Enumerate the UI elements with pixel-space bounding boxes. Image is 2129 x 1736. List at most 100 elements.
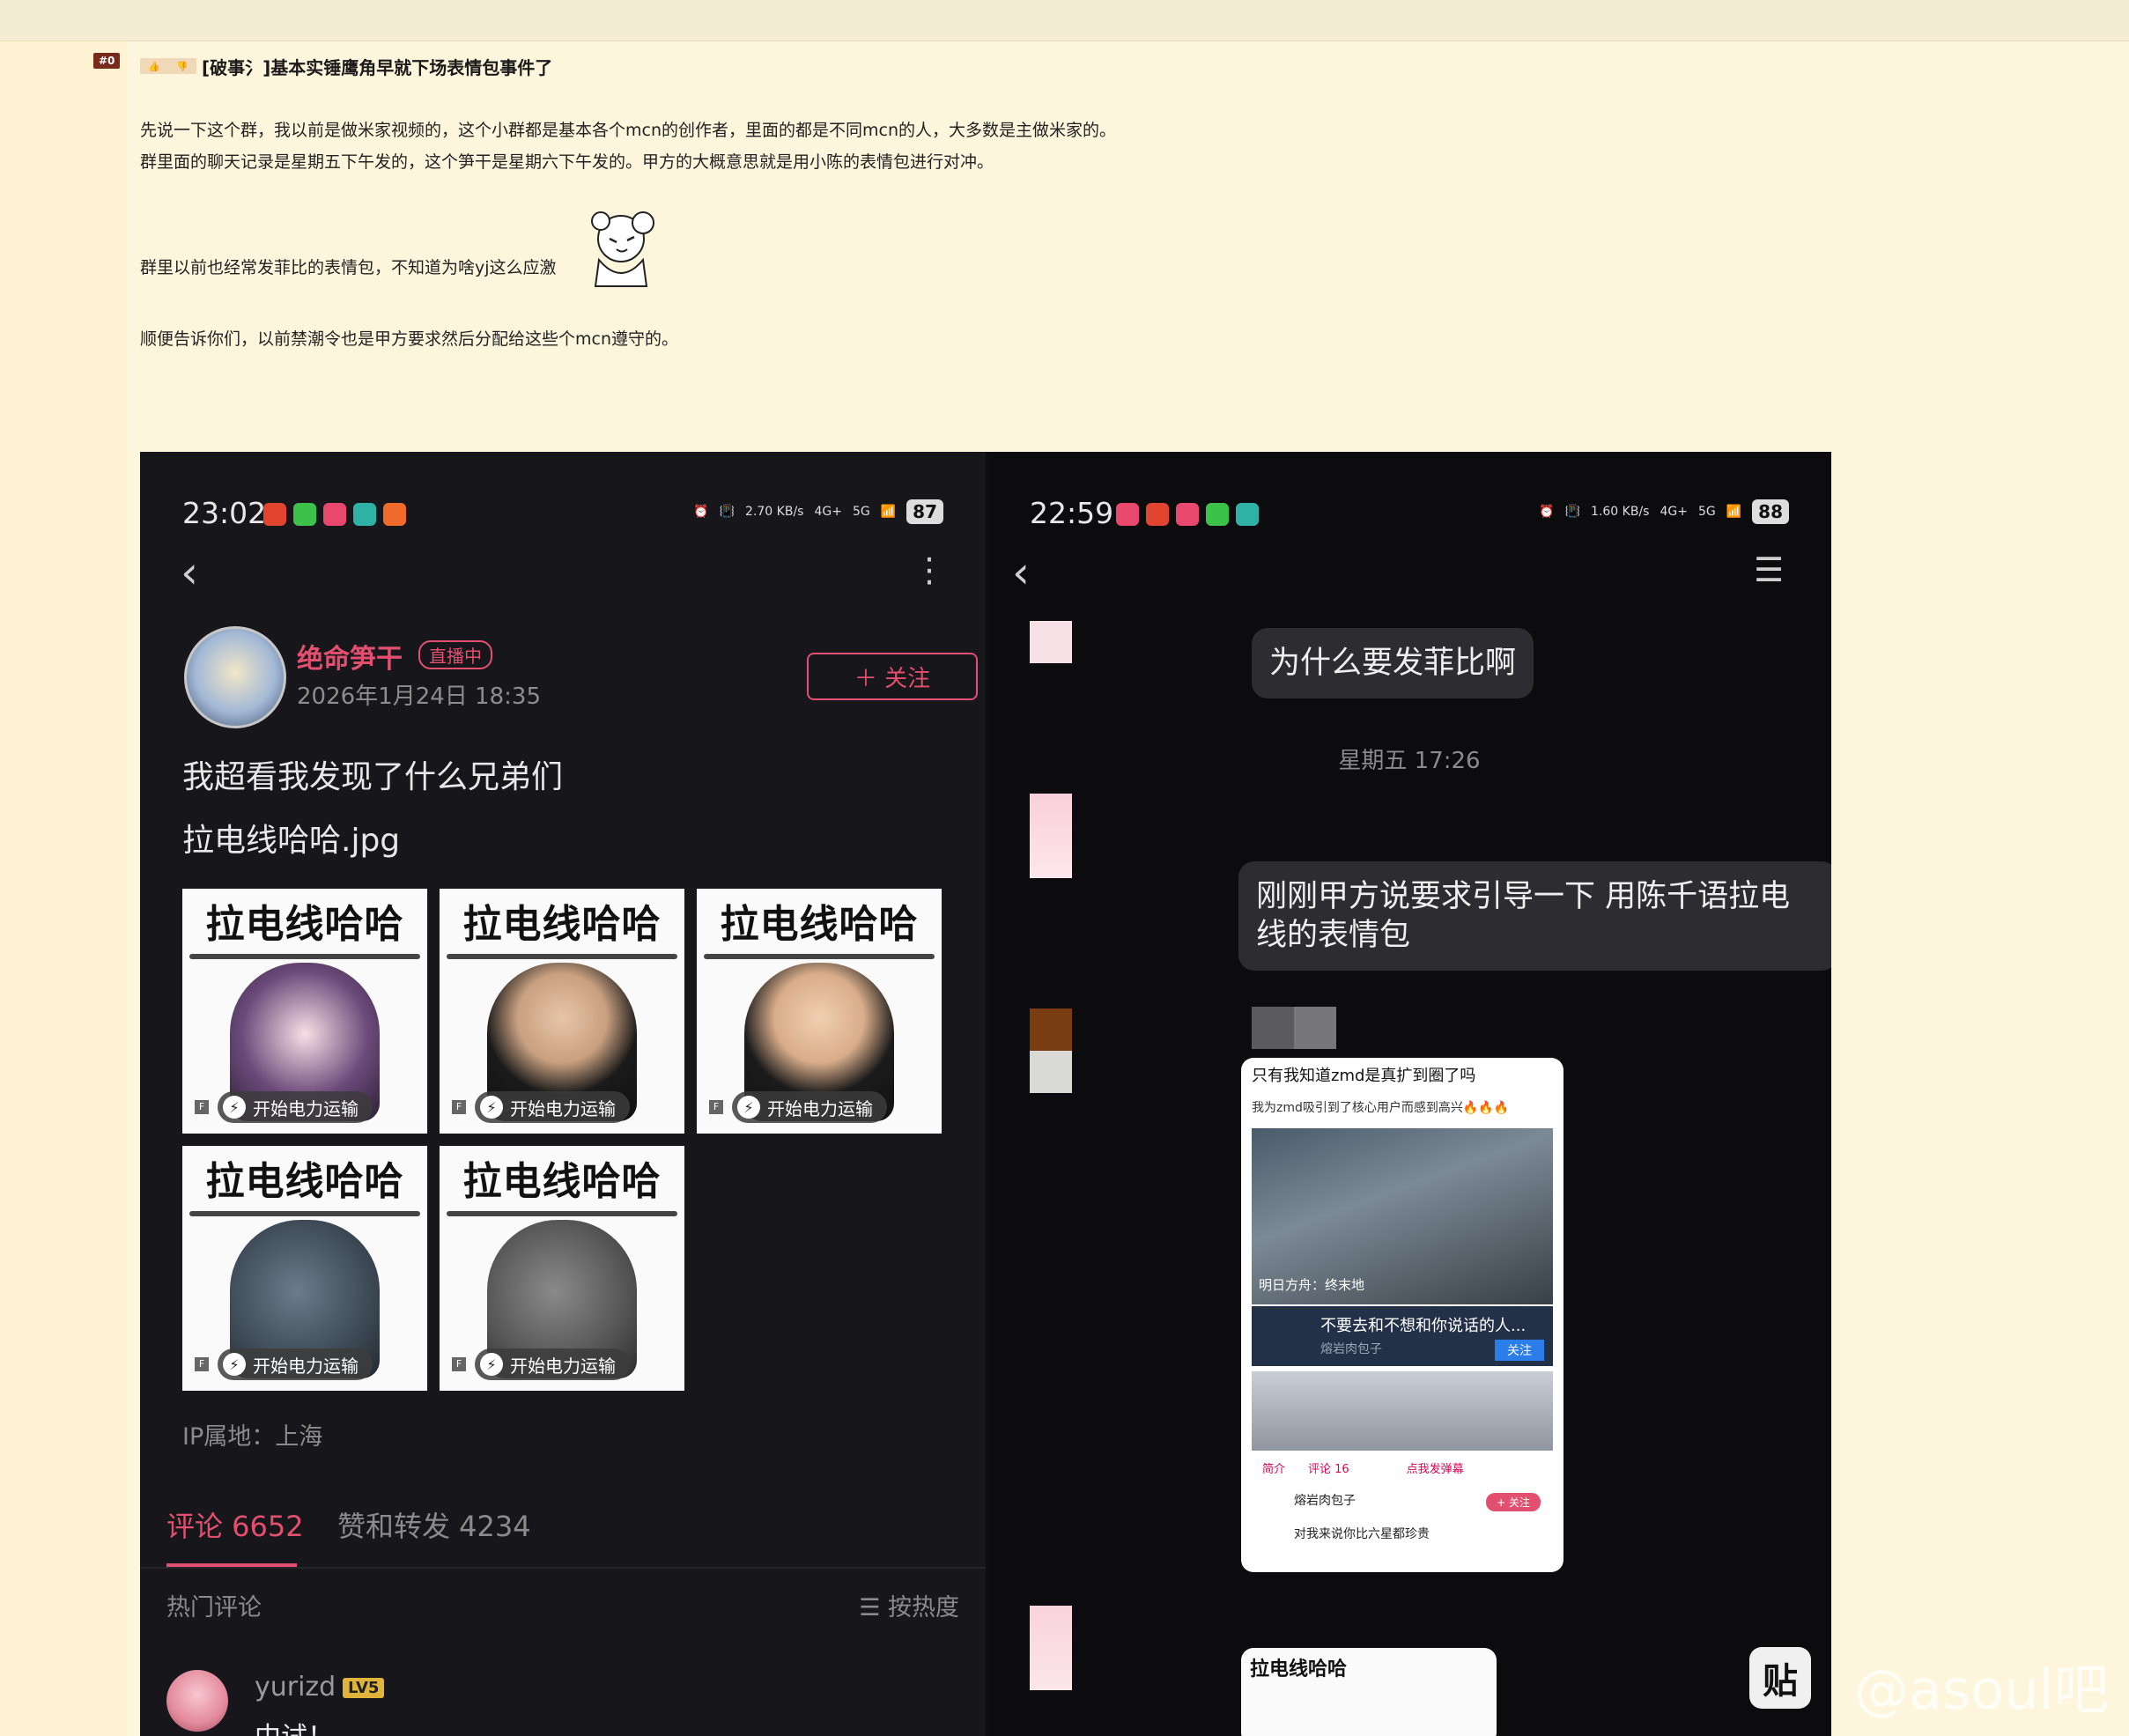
divider [140,1567,986,1569]
sticker-title: 拉电线哈哈 [205,902,404,947]
wire-line [189,1211,420,1216]
comment-avatar[interactable] [166,1670,228,1732]
post-paragraph-3: 群里以前也经常发菲比的表情包，不知道为啥yj这么应激 [140,258,557,277]
watermark-text: @asoul吧 [1854,1658,2109,1722]
signal-5g: 5G [1697,505,1716,519]
sticker-chip: ⚡ 开始电力运输 [475,1348,630,1380]
sticker-title: 拉电线哈哈 [462,1159,662,1204]
lightning-icon: ⚡ [223,1353,246,1376]
sticker-peek-title: 拉电线哈哈 [1250,1658,1348,1681]
sticker-chip: ⚡ 开始电力运输 [218,1091,373,1123]
net-speed: 2.70 KB/s [745,505,804,519]
tab-likes-reposts[interactable]: 赞和转发 4234 [337,1504,531,1545]
tab-comments[interactable]: 评论 6652 [166,1504,304,1545]
date-separator: 星期五 17:26 [1338,748,1481,774]
chat-bubble: 为什么要发菲比啊 [1252,628,1534,698]
wifi-icon: 📶 [880,505,897,519]
video-card-author: 熔岩肉包子 [1320,1342,1382,1356]
vibrate-icon: 📳 [1564,505,1581,519]
sticker-image[interactable]: 拉电线哈哈 F ⚡ 开始电力运输 [440,889,684,1134]
wire-line [447,954,677,959]
notification-icons [1116,503,1259,526]
app-notification-icon [1176,503,1199,526]
sticker-badge: F [709,1100,723,1114]
sticker-badge: F [452,1357,466,1371]
vote-badge[interactable]: 👍 👎 [140,58,196,74]
blurred-avatar [1030,794,1072,878]
live-tag[interactable]: 直播中 [418,640,492,669]
back-chevron-icon[interactable]: ‹ [181,547,198,598]
app-notification-icon [1236,503,1259,526]
sticker-image[interactable]: 拉电线哈哈 F ⚡ 开始电力运输 [697,889,942,1134]
sticker-message[interactable]: 拉电线哈哈 [1241,1648,1497,1736]
battery-level: 88 [1752,499,1789,524]
status-time: 23:02 [182,496,267,530]
post-title: [破事氵]基本实锤鹰角早就下场表情包事件了 [202,56,553,78]
notification-icons [263,503,406,526]
blurred-avatar [1030,1606,1072,1690]
image-text-line-2: 我为zmd吸引到了核心用户而感到高兴🔥🔥🔥 [1252,1101,1510,1115]
thumb-up-icon: 👍 [148,60,160,72]
post-paragraph-2: 群里面的聊天记录是星期五下午发的，这个笋干是星期六下午发的。甲方的大概意思就是用… [140,152,994,172]
sticker-badge: F [195,1357,209,1371]
tieba-logo-icon: 贴 [1749,1647,1811,1709]
video-author: 熔岩肉包子 [1294,1494,1356,1508]
more-vertical-icon[interactable]: ⋮ [913,550,946,589]
alarm-icon: ⏰ [1539,505,1555,519]
hot-comments-label: 热门评论 [166,1594,262,1621]
sticker-image[interactable]: 拉电线哈哈 F ⚡ 开始电力运输 [440,1146,684,1391]
video-card-title: 不要去和不想和你说话的人... [1320,1317,1527,1335]
post-text-line-1: 我超看我发现了什么兄弟们 [182,759,564,795]
chat-bubble: 刚刚甲方说要求引导一下 用陈千语拉电 线的表情包 [1238,861,1831,971]
sticker-chip: ⚡ 开始电力运输 [218,1348,373,1380]
vibrate-icon: 📳 [719,505,736,519]
sticker-badge: F [452,1100,466,1114]
wifi-icon: 📶 [1726,505,1742,519]
back-chevron-icon[interactable]: ‹ [1012,547,1030,598]
post-date: 2026年1月24日 18:35 [297,683,541,710]
ip-location: IP属地：上海 [182,1423,323,1451]
sticker-badge: F [195,1100,209,1114]
status-time: 22:59 [1030,496,1114,530]
right-phone-screen: 22:59 ⏰ 📳 1.60 KB/s 4G+ 5G 📶 88 ‹ ☰ 为什么要… [987,452,1831,1736]
comment-user-name[interactable]: yurizd [255,1672,336,1703]
signal-4g: 4G+ [1660,505,1688,519]
app-notification-icon [353,503,376,526]
alarm-icon: ⏰ [693,505,709,519]
blurred-avatar [1030,1008,1072,1093]
status-indicators: ⏰ 📳 2.70 KB/s 4G+ 5G 📶 87 [693,499,943,524]
chat-bubble-line-1: 刚刚甲方说要求引导一下 用陈千语拉电 [1256,879,1791,914]
status-bar: 23:02 ⏰ 📳 2.70 KB/s 4G+ 5G 📶 87 [140,487,986,540]
video-title: 对我来说你比六星都珍贵 [1294,1527,1430,1541]
video-card-follow: 关注 [1495,1340,1544,1361]
app-notification-icon [383,503,406,526]
sticker-image[interactable]: 拉电线哈哈 F ⚡ 开始电力运输 [182,1146,427,1391]
sticker-emoji-image [591,211,654,287]
lightning-icon: ⚡ [480,1096,503,1119]
wire-line [189,954,420,959]
sort-by-heat-button[interactable]: ☰ 按热度 [859,1588,959,1622]
blurred-name [1252,1007,1336,1049]
left-phone-screen: 23:02 ⏰ 📳 2.70 KB/s 4G+ 5G 📶 87 ‹ ⋮ 绝命笋干 [140,452,986,1736]
sticker-title: 拉电线哈哈 [720,902,919,947]
video-screenshot-2 [1252,1371,1553,1451]
lightning-icon: ⚡ [480,1353,503,1376]
wire-line [704,954,935,959]
sticker-title: 拉电线哈哈 [462,902,662,947]
post-text-line-2: 拉电线哈哈.jpg [182,823,401,859]
floor-badge: #0 [93,53,121,69]
net-speed: 1.60 KB/s [1591,505,1650,519]
video-tabs: 简介 评论 16 点我发弹幕 [1262,1463,1464,1476]
battery-level: 87 [906,499,943,524]
sticker-image[interactable]: 拉电线哈哈 F ⚡ 开始电力运输 [182,889,427,1134]
image-message[interactable]: 只有我知道zmd是真扩到圈了吗 我为zmd吸引到了核心用户而感到高兴🔥🔥🔥 明日… [1241,1058,1563,1572]
thumb-down-icon: 👎 [176,60,189,72]
user-name[interactable]: 绝命笋干 [297,637,403,676]
hamburger-menu-icon[interactable]: ☰ [1754,550,1784,589]
author-column [0,41,128,1736]
follow-button[interactable]: ＋ 关注 [807,653,978,700]
status-indicators: ⏰ 📳 1.60 KB/s 4G+ 5G 📶 88 [1539,499,1789,524]
lightning-icon: ⚡ [223,1096,246,1119]
comment-text: 中试！ [255,1715,334,1736]
avatar[interactable] [184,626,286,728]
